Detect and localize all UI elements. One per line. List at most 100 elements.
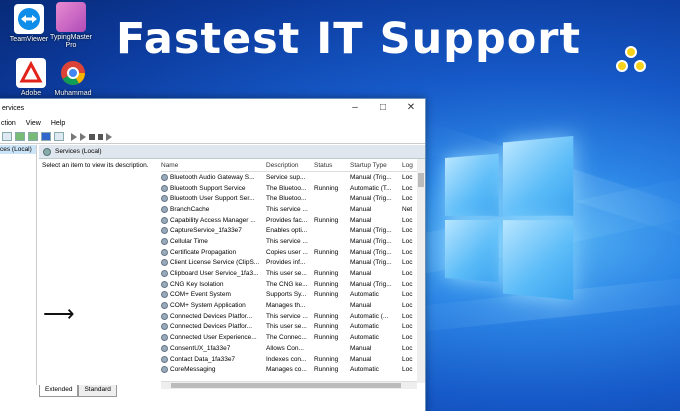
services-icon: [43, 148, 51, 156]
column-name[interactable]: Name: [161, 162, 263, 169]
typingmaster-icon: [56, 2, 86, 32]
service-gear-icon: [161, 356, 168, 363]
table-cell: The Connec...: [263, 334, 311, 341]
table-cell: Cellular Time: [161, 238, 263, 245]
table-cell: Automatic (...: [347, 313, 399, 320]
close-button[interactable]: ✕: [397, 99, 425, 117]
windows-logo: [445, 136, 573, 300]
table-cell: Connected Devices Platfor...: [161, 323, 263, 330]
table-cell: COM+ Event System: [161, 291, 263, 298]
menu-action[interactable]: ction: [1, 120, 16, 127]
brand-logo-icon: [614, 46, 648, 76]
tree-panel: ces (Local): [0, 145, 37, 385]
service-gear-icon: [161, 302, 168, 309]
table-cell: Running: [311, 356, 347, 363]
table-cell: Running: [311, 291, 347, 298]
service-gear-icon: [161, 323, 168, 330]
table-cell: Capability Access Manager ...: [161, 217, 263, 224]
services-header: Services (Local): [39, 145, 425, 159]
table-cell: Client License Service (ClipS...: [161, 259, 263, 266]
table-row[interactable]: COM+ Event System Supports Sy... Running Au…: [161, 290, 425, 301]
table-cell: Automatic: [347, 323, 399, 330]
service-gear-icon: [161, 227, 168, 234]
table-cell: Bluetooth User Support Ser...: [161, 195, 263, 202]
table-row[interactable]: Bluetooth Audio Gateway S... Service sup.…: [161, 172, 425, 183]
back-icon[interactable]: [2, 132, 12, 141]
table-cell: Service sup...: [263, 174, 311, 181]
table-row[interactable]: CaptureService_1fa33e7 Enables opti... Man…: [161, 225, 425, 236]
table-cell: Provides fac...: [263, 217, 311, 224]
table-cell: Manual: [347, 217, 399, 224]
desktop-icon-typingmaster[interactable]: TypingMaster Pro: [46, 2, 96, 50]
vertical-scrollbar[interactable]: [417, 159, 425, 383]
table-row[interactable]: Client License Service (ClipS... Provides…: [161, 258, 425, 269]
table-cell: Certificate Propagation: [161, 249, 263, 256]
table-cell: The CNG ke...: [263, 281, 311, 288]
table-cell: Automatic: [347, 291, 399, 298]
service-gear-icon: [161, 313, 168, 320]
table-cell: Manual: [347, 270, 399, 277]
table-cell: Running: [311, 249, 347, 256]
table-row[interactable]: CNG Key Isolation The CNG ke... Running Man…: [161, 279, 425, 290]
service-gear-icon: [161, 366, 168, 373]
table-row[interactable]: BranchCache This service ... Manual Net: [161, 204, 425, 215]
properties-icon[interactable]: [54, 132, 64, 141]
table-cell: Supports Sy...: [263, 291, 311, 298]
services-list: Name Description Status Startup Type Log…: [161, 159, 425, 383]
table-row[interactable]: Capability Access Manager ... Provides fa…: [161, 215, 425, 226]
title-bar[interactable]: ervices – □ ✕: [0, 99, 425, 117]
service-gear-icon: [161, 249, 168, 256]
menu-help[interactable]: Help: [51, 120, 65, 127]
restart-icon[interactable]: [106, 133, 112, 141]
table-row[interactable]: Clipboard User Service_1fa3... This user …: [161, 268, 425, 279]
pause-icon[interactable]: [98, 134, 103, 140]
desktop-icon-chrome[interactable]: Muhammad: [48, 58, 98, 98]
table-row[interactable]: Bluetooth Support Service The Bluetoo... R…: [161, 183, 425, 194]
table-row[interactable]: Certificate Propagation Copies user ... Ru…: [161, 247, 425, 258]
column-description[interactable]: Description: [263, 162, 311, 169]
help-icon[interactable]: [41, 132, 51, 141]
adobe-icon: [16, 58, 46, 88]
service-gear-icon: [161, 270, 168, 277]
table-cell: Running: [311, 313, 347, 320]
table-row[interactable]: Cellular Time This service ... Manual (Tri…: [161, 236, 425, 247]
table-cell: Connected Devices Platfor...: [161, 313, 263, 320]
list-header: Name Description Status Startup Type Log: [161, 159, 425, 172]
table-row[interactable]: ConsentUX_1fa33e7 Allows Con... Manual Loc: [161, 343, 425, 354]
service-gear-icon: [161, 345, 168, 352]
play-icon[interactable]: [71, 133, 77, 141]
tab-standard[interactable]: Standard: [78, 385, 116, 397]
table-cell: Allows Con...: [263, 345, 311, 352]
horizontal-scrollbar[interactable]: [161, 381, 417, 389]
tree-item-services-local[interactable]: ces (Local): [0, 145, 36, 154]
table-cell: Provides inf...: [263, 259, 311, 266]
table-cell: Running: [311, 334, 347, 341]
maximize-button[interactable]: □: [369, 99, 397, 117]
table-row[interactable]: Connected Devices Platfor... This user se…: [161, 322, 425, 333]
table-row[interactable]: COM+ System Application Manages th... Manu…: [161, 300, 425, 311]
menu-view[interactable]: View: [26, 120, 41, 127]
table-cell: Manual: [347, 302, 399, 309]
table-row[interactable]: Connected User Experience... The Connec..…: [161, 332, 425, 343]
service-gear-icon: [161, 238, 168, 245]
table-row[interactable]: Connected Devices Platfor... This service…: [161, 311, 425, 322]
play-alt-icon[interactable]: [80, 133, 86, 141]
export-icon[interactable]: [28, 132, 38, 141]
column-startup-type[interactable]: Startup Type: [347, 162, 399, 169]
services-pane: Services (Local) Select an item to view …: [39, 145, 425, 397]
minimize-button[interactable]: –: [341, 99, 369, 117]
table-cell: The Bluetoo...: [263, 185, 311, 192]
tab-extended[interactable]: Extended: [39, 385, 78, 397]
column-status[interactable]: Status: [311, 162, 347, 169]
table-cell: BranchCache: [161, 206, 263, 213]
view-tabs: Extended Standard: [39, 385, 117, 397]
refresh-icon[interactable]: [15, 132, 25, 141]
table-row[interactable]: CoreMessaging Manages co... Running Automat…: [161, 364, 425, 375]
service-gear-icon: [161, 334, 168, 341]
table-row[interactable]: Bluetooth User Support Ser... The Bluetoo…: [161, 193, 425, 204]
services-window: ervices – □ ✕ ction View Help ces (Local…: [0, 98, 426, 411]
stop-icon[interactable]: [89, 134, 95, 140]
table-row[interactable]: Contact Data_1fa33e7 Indexes con... Runnin…: [161, 354, 425, 365]
table-cell: Clipboard User Service_1fa3...: [161, 270, 263, 277]
teamviewer-icon: [14, 4, 44, 34]
